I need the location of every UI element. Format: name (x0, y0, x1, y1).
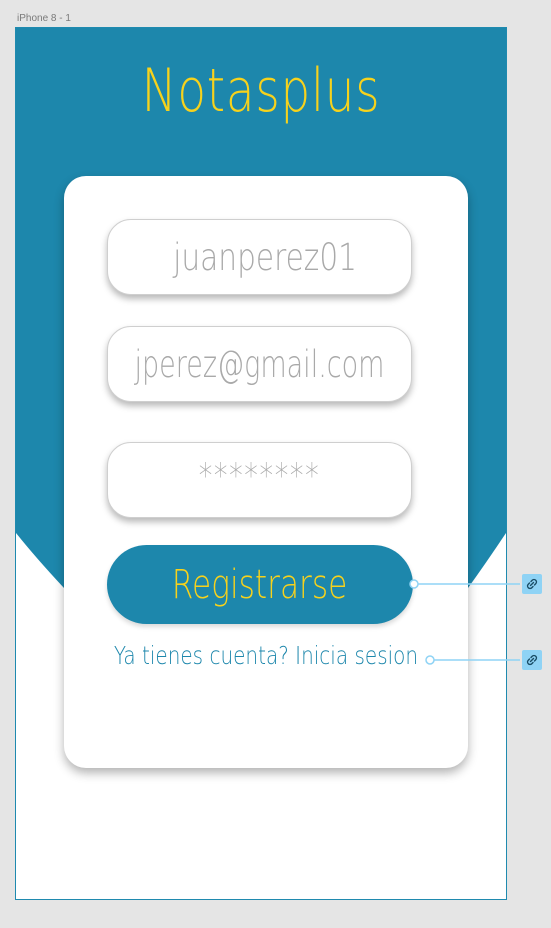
username-field[interactable]: juanperez01 (107, 219, 412, 295)
register-button-label: Registrarse (172, 561, 348, 608)
password-value: ******** (198, 456, 321, 496)
login-link[interactable]: Ya tienes cuenta? Inicia sesion (104, 641, 427, 670)
frame-label: iPhone 8 - 1 (17, 13, 71, 24)
email-field[interactable]: jperez@gmail.com (107, 326, 412, 402)
register-button[interactable]: Registrarse (107, 545, 413, 624)
app-title: Notasplus (141, 56, 381, 126)
password-field[interactable]: ******** (107, 442, 412, 518)
email-value: jperez@gmail.com (134, 342, 385, 386)
register-card: juanperez01 jperez@gmail.com ******** Re… (64, 176, 468, 768)
phone-artboard: Notasplus juanperez01 jperez@gmail.com *… (15, 27, 507, 900)
link-icon[interactable] (522, 650, 542, 670)
link-icon[interactable] (522, 574, 542, 594)
username-value: juanperez01 (173, 235, 358, 279)
